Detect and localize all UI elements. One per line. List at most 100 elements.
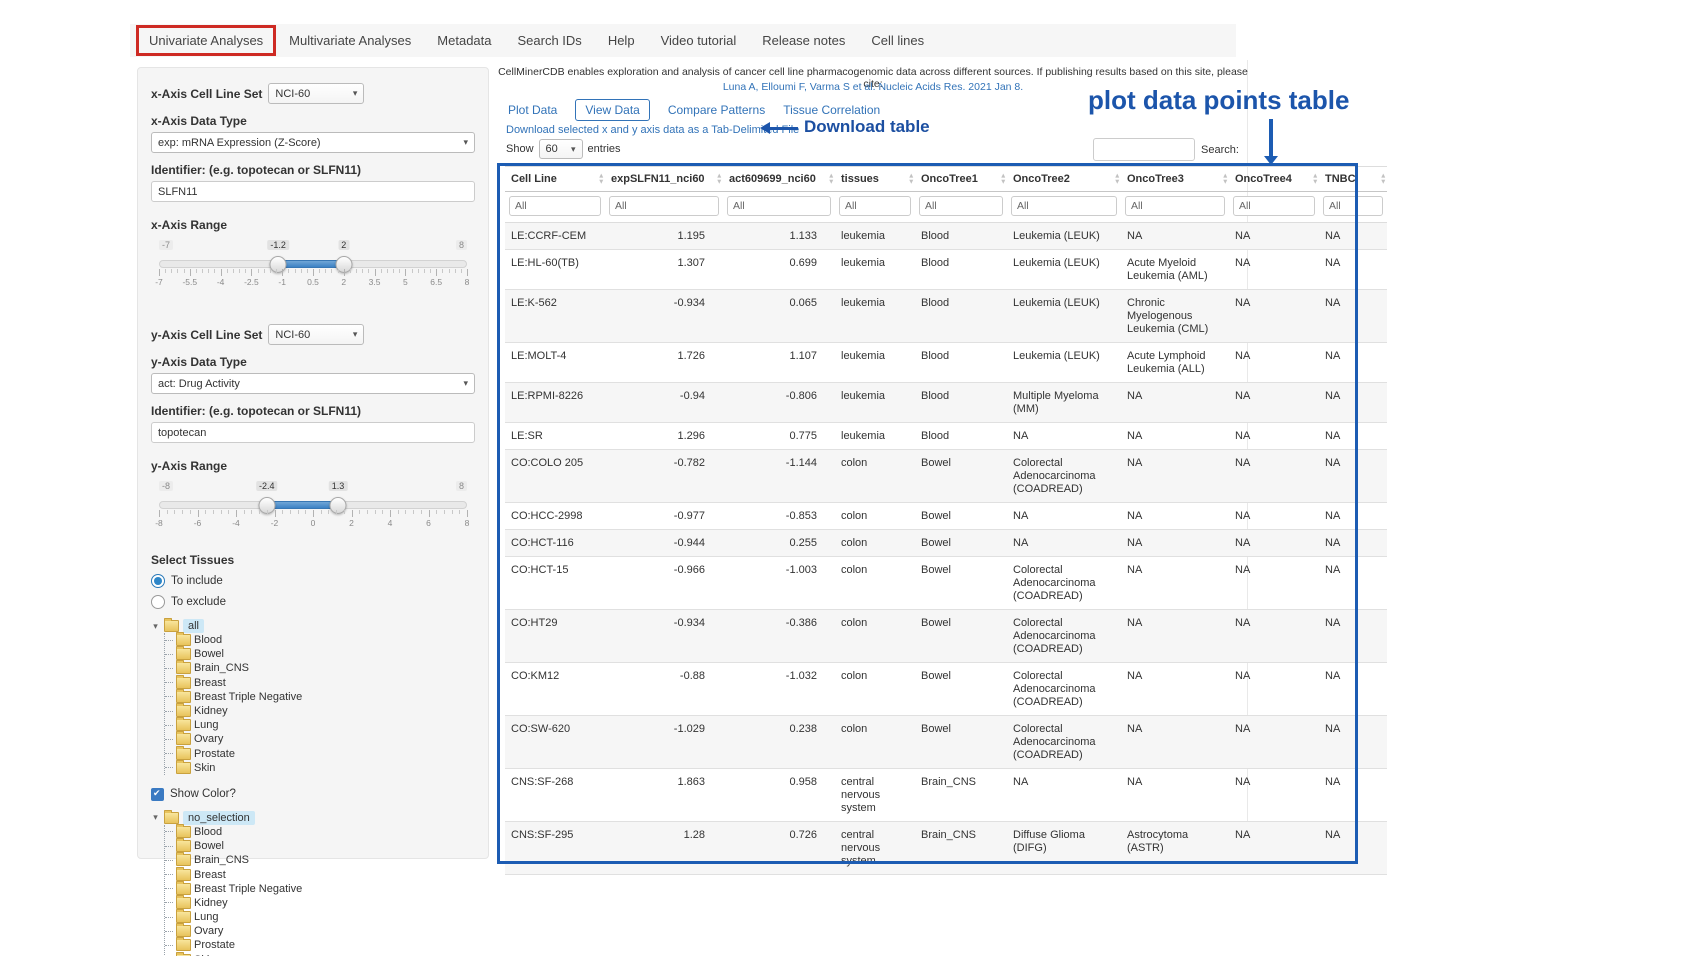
table-row[interactable]: CNS:SF-2681.8630.958central nervous syst… [505, 769, 1387, 822]
col-header-tissues[interactable]: tissues▴▾ [835, 167, 915, 192]
table-row[interactable]: LE:HL-60(TB)1.3070.699leukemiaBloodLeuke… [505, 250, 1387, 290]
nav-item-multivariate-analyses[interactable]: Multivariate Analyses [280, 29, 420, 52]
table-row[interactable]: CO:SW-620-1.0290.238colonBowelColorectal… [505, 716, 1387, 769]
tree-item-skin[interactable]: Skin [165, 761, 475, 775]
nav-item-help[interactable]: Help [599, 29, 644, 52]
tree-item-ovary[interactable]: Ovary [165, 924, 475, 938]
annotation-download-label: Download table [804, 117, 930, 137]
tree-item-prostate[interactable]: Prostate [165, 747, 475, 761]
y-range-slider[interactable]: -8 8 -2.4 1.3 -8-6-4-202468 [151, 479, 475, 531]
filter-input-expslfn11-nci60[interactable] [609, 196, 719, 216]
sort-icon: ▴▾ [1381, 174, 1385, 185]
table-row[interactable]: LE:SR1.2960.775leukemiaBloodNANANANA [505, 423, 1387, 450]
folder-icon [176, 911, 191, 923]
x-identifier-input[interactable] [151, 181, 475, 202]
cell-tissues: colon [835, 503, 915, 530]
x-range-slider[interactable]: -7 8 -1.2 2 -7-5.5-4-2.5-10.523.556.58 [151, 238, 475, 290]
tissue-tree: ▾allBloodBowelBrain_CNS BreastBreast Trip… [151, 619, 475, 775]
entries-select[interactable]: 60 ▾ [539, 139, 583, 159]
table-row[interactable]: LE:CCRF-CEM1.1951.133leukemiaBloodLeukem… [505, 223, 1387, 250]
tab-view-data[interactable]: View Data [575, 99, 649, 121]
col-header-oncotree1[interactable]: OncoTree1▴▾ [915, 167, 1007, 192]
tab-compare-patterns[interactable]: Compare Patterns [668, 100, 765, 120]
tree-item-breast-triple-negative[interactable]: Breast Triple Negative [165, 882, 475, 896]
search-input[interactable] [1093, 138, 1195, 161]
download-link[interactable]: Download selected x and y axis data as a… [506, 124, 799, 136]
tissue-exclude-radio[interactable]: To exclude [151, 595, 475, 609]
nav-item-video-tutorial[interactable]: Video tutorial [652, 29, 746, 52]
filter-input-oncotree1[interactable] [919, 196, 1003, 216]
tree-item-brain-cns[interactable]: Brain_CNS [165, 661, 475, 675]
tree-item-label: Ovary [194, 733, 223, 745]
table-row[interactable]: CO:COLO 205-0.782-1.144colonBowelColorec… [505, 450, 1387, 503]
col-header-cell-line[interactable]: Cell Line▴▾ [505, 167, 605, 192]
col-header-oncotree3[interactable]: OncoTree3▴▾ [1121, 167, 1229, 192]
x-data-type-select[interactable]: exp: mRNA Expression (Z-Score) ▾ [151, 132, 475, 153]
page: Univariate Analyses Multivariate Analyses… [0, 0, 1700, 956]
cell-act609699-nci60: -1.144 [723, 450, 835, 503]
filter-input-oncotree2[interactable] [1011, 196, 1117, 216]
tree-item-ovary[interactable]: Ovary [165, 732, 475, 746]
tab-plot-data[interactable]: Plot Data [508, 100, 557, 120]
tree-item-lung[interactable]: Lung [165, 910, 475, 924]
nav-item-release-notes[interactable]: Release notes [753, 29, 854, 52]
table-row[interactable]: CO:HCC-2998-0.977-0.853colonBowelNANANAN… [505, 503, 1387, 530]
col-header-oncotree2[interactable]: OncoTree2▴▾ [1007, 167, 1121, 192]
tree-item-kidney[interactable]: Kidney [165, 896, 475, 910]
y-data-type-select[interactable]: act: Drug Activity ▾ [151, 373, 475, 394]
y-identifier-input[interactable] [151, 422, 475, 443]
filter-input-oncotree4[interactable] [1233, 196, 1315, 216]
nav-item-search-ids[interactable]: Search IDs [509, 29, 591, 52]
tree-item-kidney[interactable]: Kidney [165, 704, 475, 718]
tree-item-label: Breast [194, 677, 226, 689]
tree-item-breast-triple-negative[interactable]: Breast Triple Negative [165, 690, 475, 704]
tree-item-blood[interactable]: Blood [165, 825, 475, 839]
cell-act609699-nci60: -0.386 [723, 610, 835, 663]
tree-item-breast[interactable]: Breast [165, 676, 475, 690]
tree-item-skin[interactable]: Skin [165, 953, 475, 956]
folder-icon [176, 748, 191, 760]
nav-item-metadata[interactable]: Metadata [428, 29, 500, 52]
table-row[interactable]: CO:HCT-116-0.9440.255colonBowelNANANANA [505, 530, 1387, 557]
table-row[interactable]: CO:HT29-0.934-0.386colonBowelColorectal … [505, 610, 1387, 663]
cell-expslfn11-nci60: 1.195 [605, 223, 723, 250]
tree-root-all[interactable]: ▾all [151, 619, 475, 633]
tree-item-bowel[interactable]: Bowel [165, 839, 475, 853]
col-header-expslfn11-nci60[interactable]: expSLFN11_nci60▴▾ [605, 167, 723, 192]
tree-item-breast[interactable]: Breast [165, 867, 475, 881]
cell-act609699-nci60: 0.699 [723, 250, 835, 290]
tree-item-label: Kidney [194, 897, 228, 909]
cell-oncotree1: Brain_CNS [915, 822, 1007, 875]
filter-input-tnbc[interactable] [1323, 196, 1383, 216]
table-row[interactable]: LE:RPMI-8226-0.94-0.806leukemiaBloodMult… [505, 383, 1387, 423]
tree-item-brain-cns[interactable]: Brain_CNS [165, 853, 475, 867]
col-header-act609699-nci60[interactable]: act609699_nci60▴▾ [723, 167, 835, 192]
nav-item-cell-lines[interactable]: Cell lines [862, 29, 933, 52]
tree-root-no-selection[interactable]: ▾no_selection [151, 811, 475, 825]
col-header-tnbc[interactable]: TNBC▴▾ [1319, 167, 1387, 192]
tree-item-bowel[interactable]: Bowel [165, 647, 475, 661]
cell-oncotree1: Brain_CNS [915, 769, 1007, 822]
cell-expslfn11-nci60: -0.782 [605, 450, 723, 503]
tree-item-prostate[interactable]: Prostate [165, 938, 475, 952]
tree-item-lung[interactable]: Lung [165, 718, 475, 732]
table-row[interactable]: LE:K-562-0.9340.065leukemiaBloodLeukemia… [505, 290, 1387, 343]
y-cell-line-set-select[interactable]: NCI-60 ▾ [268, 324, 364, 345]
table-row[interactable]: LE:MOLT-41.7261.107leukemiaBloodLeukemia… [505, 343, 1387, 383]
x-cell-line-set-select[interactable]: NCI-60 ▾ [268, 83, 364, 104]
cell-expslfn11-nci60: -0.934 [605, 290, 723, 343]
filter-input-cell-line[interactable] [509, 196, 601, 216]
tissue-include-radio[interactable]: To include [151, 574, 475, 588]
nav-item-univariate-analyses[interactable]: Univariate Analyses [140, 29, 272, 52]
filter-input-oncotree3[interactable] [1125, 196, 1225, 216]
show-color-checkbox[interactable]: Show Color? [151, 788, 475, 801]
table-row[interactable]: CO:KM12-0.88-1.032colonBowelColorectal A… [505, 663, 1387, 716]
table-row[interactable]: CO:HCT-15-0.966-1.003colonBowelColorecta… [505, 557, 1387, 610]
cell-oncotree3: Astrocytoma (ASTR) [1121, 822, 1229, 875]
col-header-oncotree4[interactable]: OncoTree4▴▾ [1229, 167, 1319, 192]
filter-input-act609699-nci60[interactable] [727, 196, 831, 216]
table-row[interactable]: CNS:SF-2951.280.726central nervous syste… [505, 822, 1387, 875]
filter-input-tissues[interactable] [839, 196, 911, 216]
tree-item-blood[interactable]: Blood [165, 633, 475, 647]
folder-icon [176, 705, 191, 717]
